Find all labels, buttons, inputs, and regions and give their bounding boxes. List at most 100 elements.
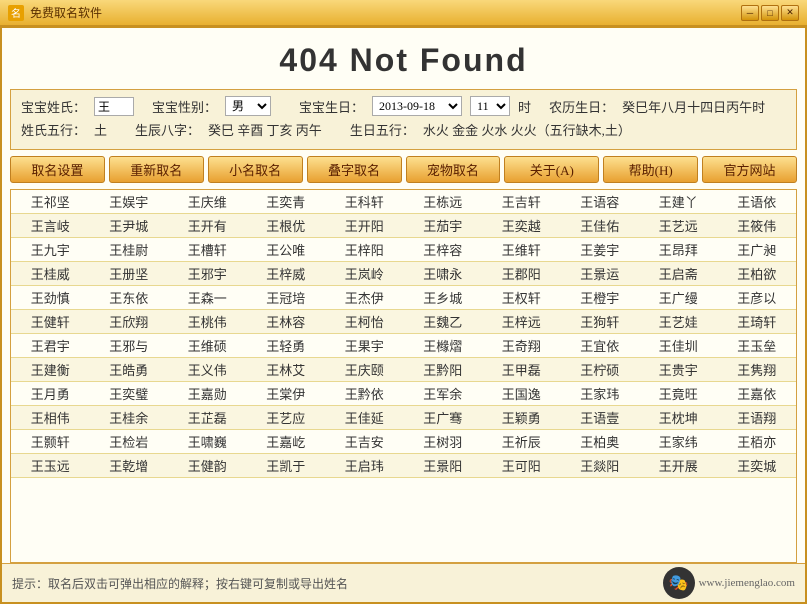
name-cell[interactable]: 王奕青 bbox=[247, 190, 326, 214]
name-cell[interactable]: 王乡城 bbox=[404, 286, 483, 310]
name-cell[interactable]: 王梓容 bbox=[404, 238, 483, 262]
table-row[interactable]: 王桂威王册坚王邪宇王梓威王岚岭王啸永王郡阳王景运王启斋王柏欲 bbox=[11, 262, 796, 286]
name-cell[interactable]: 王九宇 bbox=[11, 238, 90, 262]
name-cell[interactable]: 王魏乙 bbox=[404, 310, 483, 334]
name-cell[interactable]: 王黔依 bbox=[325, 382, 404, 406]
name-cell[interactable]: 王乾增 bbox=[90, 454, 169, 478]
name-cell[interactable]: 王琦轩 bbox=[718, 310, 797, 334]
hour-select[interactable]: 11 bbox=[470, 96, 510, 116]
table-row[interactable]: 王颢轩王检岩王啸巍王嘉屹王吉安王树羽王祈辰王柏奥王家纬王栢亦 bbox=[11, 430, 796, 454]
toolbar-btn-[interactable]: 叠字取名 bbox=[307, 156, 402, 183]
name-cell[interactable]: 王邪宇 bbox=[168, 262, 247, 286]
name-cell[interactable]: 王林容 bbox=[247, 310, 326, 334]
name-cell[interactable]: 王东依 bbox=[90, 286, 169, 310]
name-cell[interactable]: 王啸永 bbox=[404, 262, 483, 286]
toolbar-btn-A[interactable]: 关于(A) bbox=[504, 156, 599, 183]
name-cell[interactable]: 王权轩 bbox=[482, 286, 561, 310]
name-cell[interactable]: 王广骞 bbox=[404, 406, 483, 430]
name-cell[interactable]: 王岚岭 bbox=[325, 262, 404, 286]
name-cell[interactable]: 王册坚 bbox=[90, 262, 169, 286]
name-cell[interactable]: 王公唯 bbox=[247, 238, 326, 262]
name-cell[interactable]: 王广昶 bbox=[718, 238, 797, 262]
name-cell[interactable]: 王轻勇 bbox=[247, 334, 326, 358]
table-row[interactable]: 王月勇王奕璧王嘉勋王棠伊王黔依王军余王国逸王家玮王竟旺王嘉依 bbox=[11, 382, 796, 406]
name-cell[interactable]: 王橼熠 bbox=[404, 334, 483, 358]
name-cell[interactable]: 王维轩 bbox=[482, 238, 561, 262]
name-cell[interactable]: 王军余 bbox=[404, 382, 483, 406]
name-cell[interactable]: 王奕城 bbox=[718, 454, 797, 478]
name-cell[interactable]: 王祁坚 bbox=[11, 190, 90, 214]
name-cell[interactable]: 王劲慎 bbox=[11, 286, 90, 310]
table-row[interactable]: 王祁坚王娱宇王庆维王奕青王科轩王栋远王吉轩王语容王建丫王语依 bbox=[11, 190, 796, 214]
name-cell[interactable]: 王筱伟 bbox=[718, 214, 797, 238]
name-cell[interactable]: 王相伟 bbox=[11, 406, 90, 430]
name-cell[interactable]: 王芷磊 bbox=[168, 406, 247, 430]
name-cell[interactable]: 王健韵 bbox=[168, 454, 247, 478]
names-container[interactable]: 王祁坚王娱宇王庆维王奕青王科轩王栋远王吉轩王语容王建丫王语依王言岐王尹城王开有王… bbox=[10, 189, 797, 563]
name-cell[interactable]: 王槽轩 bbox=[168, 238, 247, 262]
name-cell[interactable]: 王吉安 bbox=[325, 430, 404, 454]
name-cell[interactable]: 王枕坤 bbox=[639, 406, 718, 430]
table-row[interactable]: 王言岐王尹城王开有王根优王开阳王茄宇王奕越王佳佑王艺远王筱伟 bbox=[11, 214, 796, 238]
name-cell[interactable]: 王国逸 bbox=[482, 382, 561, 406]
name-cell[interactable]: 王贵宇 bbox=[639, 358, 718, 382]
name-cell[interactable]: 王启玮 bbox=[325, 454, 404, 478]
name-cell[interactable]: 王彦以 bbox=[718, 286, 797, 310]
name-cell[interactable]: 王颖勇 bbox=[482, 406, 561, 430]
name-cell[interactable]: 王佳圳 bbox=[639, 334, 718, 358]
name-cell[interactable]: 王语壹 bbox=[561, 406, 640, 430]
name-cell[interactable]: 王奕越 bbox=[482, 214, 561, 238]
name-cell[interactable]: 王艺娃 bbox=[639, 310, 718, 334]
name-cell[interactable]: 王玉垒 bbox=[718, 334, 797, 358]
name-cell[interactable]: 王祈辰 bbox=[482, 430, 561, 454]
name-cell[interactable]: 王根优 bbox=[247, 214, 326, 238]
name-cell[interactable]: 王检岩 bbox=[90, 430, 169, 454]
toolbar-btn-[interactable]: 宠物取名 bbox=[406, 156, 501, 183]
name-cell[interactable]: 王栢亦 bbox=[718, 430, 797, 454]
name-cell[interactable]: 王森一 bbox=[168, 286, 247, 310]
table-row[interactable]: 王建衡王皓勇王义伟王林艾王庆颐王黔阳王甲磊王柠硕王贵宇王隽翔 bbox=[11, 358, 796, 382]
name-cell[interactable]: 王健轩 bbox=[11, 310, 90, 334]
toolbar-btn-[interactable]: 官方网站 bbox=[702, 156, 797, 183]
table-row[interactable]: 王健轩王欣翔王桃伟王林容王柯怡王魏乙王梓远王狗轩王艺娃王琦轩 bbox=[11, 310, 796, 334]
name-cell[interactable]: 王梓威 bbox=[247, 262, 326, 286]
name-cell[interactable]: 王艺应 bbox=[247, 406, 326, 430]
name-cell[interactable]: 王科轩 bbox=[325, 190, 404, 214]
name-cell[interactable]: 王树羽 bbox=[404, 430, 483, 454]
name-cell[interactable]: 王宜依 bbox=[561, 334, 640, 358]
name-cell[interactable]: 王桂威 bbox=[11, 262, 90, 286]
gender-select[interactable]: 男 女 bbox=[225, 96, 271, 116]
close-button[interactable]: ✕ bbox=[781, 5, 799, 21]
name-cell[interactable]: 王广缦 bbox=[639, 286, 718, 310]
name-cell[interactable]: 王君宇 bbox=[11, 334, 90, 358]
table-row[interactable]: 王九宇王桂尉王槽轩王公唯王梓阳王梓容王维轩王姜宇王昂拜王广昶 bbox=[11, 238, 796, 262]
name-cell[interactable]: 王啸巍 bbox=[168, 430, 247, 454]
name-cell[interactable]: 王果宇 bbox=[325, 334, 404, 358]
name-cell[interactable]: 王嘉屹 bbox=[247, 430, 326, 454]
name-cell[interactable]: 王甲磊 bbox=[482, 358, 561, 382]
name-cell[interactable]: 王艺远 bbox=[639, 214, 718, 238]
name-cell[interactable]: 王邪与 bbox=[90, 334, 169, 358]
name-cell[interactable]: 王开有 bbox=[168, 214, 247, 238]
name-cell[interactable]: 王庆维 bbox=[168, 190, 247, 214]
name-cell[interactable]: 王奇翔 bbox=[482, 334, 561, 358]
name-cell[interactable]: 王佳佑 bbox=[561, 214, 640, 238]
name-cell[interactable]: 王启斋 bbox=[639, 262, 718, 286]
name-cell[interactable]: 王家玮 bbox=[561, 382, 640, 406]
table-row[interactable]: 王玉远王乾增王健韵王凯于王启玮王景阳王可阳王燚阳王开展王奕城 bbox=[11, 454, 796, 478]
name-cell[interactable]: 王建衡 bbox=[11, 358, 90, 382]
name-cell[interactable]: 王柏奥 bbox=[561, 430, 640, 454]
name-cell[interactable]: 王柏欲 bbox=[718, 262, 797, 286]
name-cell[interactable]: 王竟旺 bbox=[639, 382, 718, 406]
surname-input[interactable] bbox=[94, 97, 134, 116]
name-cell[interactable]: 王奕璧 bbox=[90, 382, 169, 406]
name-cell[interactable]: 王桃伟 bbox=[168, 310, 247, 334]
toolbar-btn-[interactable]: 小名取名 bbox=[208, 156, 303, 183]
name-cell[interactable]: 王嘉勋 bbox=[168, 382, 247, 406]
name-cell[interactable]: 王皓勇 bbox=[90, 358, 169, 382]
name-cell[interactable]: 王维硕 bbox=[168, 334, 247, 358]
name-cell[interactable]: 王柠硕 bbox=[561, 358, 640, 382]
name-cell[interactable]: 王欣翔 bbox=[90, 310, 169, 334]
name-cell[interactable]: 王开展 bbox=[639, 454, 718, 478]
table-row[interactable]: 王劲慎王东依王森一王冠培王杰伊王乡城王权轩王橙宇王广缦王彦以 bbox=[11, 286, 796, 310]
